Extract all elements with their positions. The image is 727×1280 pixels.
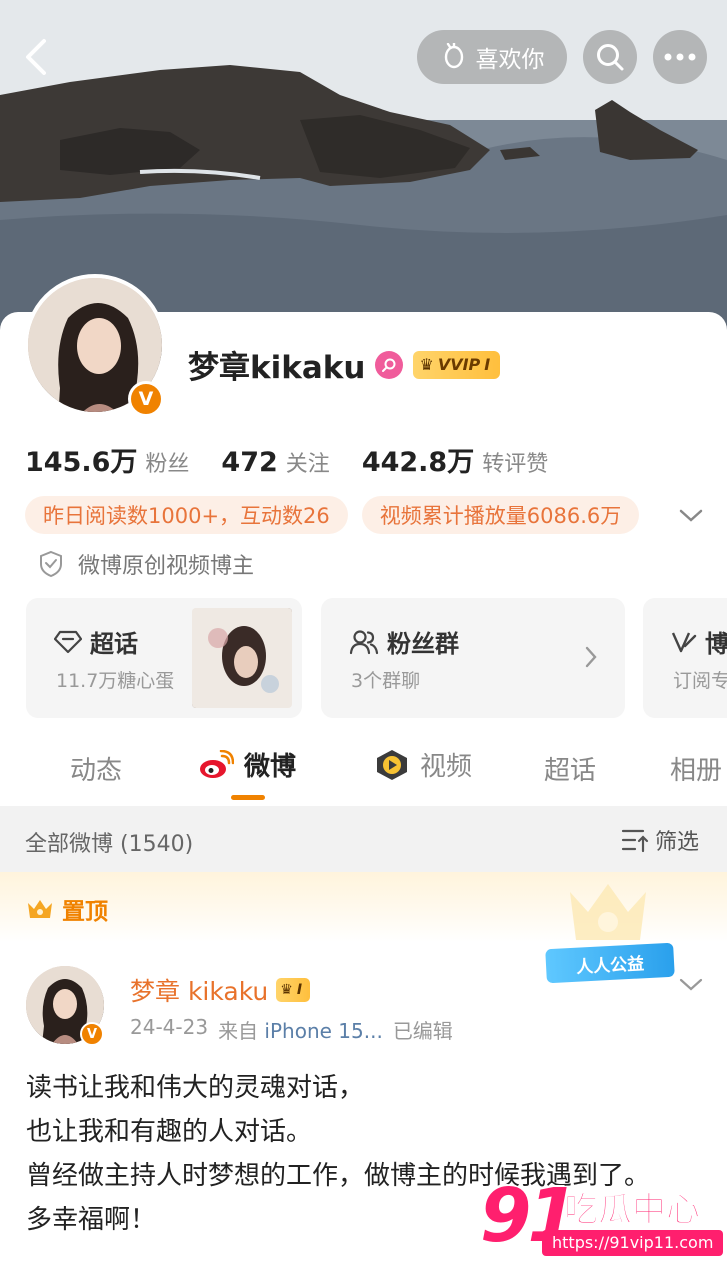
tab-label: 视频: [420, 752, 473, 782]
tile-subscription[interactable]: 博 订阅专: [643, 598, 727, 718]
source-prefix: 来自: [218, 1019, 259, 1043]
vip-badge[interactable]: ♛ I: [276, 978, 311, 1002]
back-button[interactable]: [14, 32, 58, 82]
chevron-right-icon: [585, 646, 597, 668]
chevron-down-icon[interactable]: [676, 500, 706, 530]
post-author-name[interactable]: 梦章 kikaku: [130, 972, 268, 1008]
vip-level: I: [296, 982, 303, 998]
tab-weibo[interactable]: 微博: [198, 746, 296, 783]
tile-fan-group[interactable]: 粉丝群 3个群聊: [321, 598, 625, 718]
filter-bar: 全部微博 (1540) 筛选: [0, 806, 727, 872]
crown-icon: [28, 900, 52, 918]
verified-v-icon: V: [128, 381, 164, 417]
tab-feed[interactable]: 动态: [70, 750, 122, 787]
post-author-row: 梦章 kikaku ♛ I: [130, 972, 311, 1008]
back-arrow-icon: [26, 39, 46, 75]
post-edited: 已编辑: [392, 1019, 453, 1043]
vvip-badge[interactable]: ♛ VVIP I: [413, 350, 501, 379]
super-topic-thumbnail: [192, 608, 292, 708]
post-date: 24-4-23: [130, 1015, 209, 1039]
users-icon: [349, 629, 379, 654]
stat-value: 472: [221, 447, 278, 478]
tab-video[interactable]: 视频: [374, 746, 472, 783]
tile-super-topic[interactable]: 超话 11.7万糖心蛋: [26, 598, 302, 718]
tab-album[interactable]: 相册: [670, 750, 722, 787]
stat-reposts-likes[interactable]: 442.8万 转评赞: [362, 440, 548, 479]
pinned-text: 置顶: [62, 899, 108, 925]
like-you-label: 喜欢你: [475, 47, 545, 73]
tag-reads[interactable]: 昨日阅读数1000+，互动数26: [25, 496, 348, 534]
shield-icon: [40, 550, 62, 578]
post-source: 来自 iPhone 15...: [218, 1015, 383, 1044]
tile-subtitle: 3个群聊: [351, 670, 421, 692]
hand-heart-icon: [444, 43, 463, 69]
stat-following[interactable]: 472 关注: [221, 446, 329, 478]
active-tab-indicator: [231, 795, 265, 800]
stat-label: 转评赞: [482, 452, 549, 477]
filter-button[interactable]: 筛选: [621, 824, 699, 856]
crown-icon: ♛: [280, 982, 293, 998]
vip-crown-watermark-icon: [570, 884, 646, 940]
watermark-url: https://91vip11.com: [542, 1230, 724, 1256]
post-options-chevron-icon[interactable]: [678, 974, 704, 994]
like-you-button[interactable]: 喜欢你: [417, 30, 567, 84]
tab-label: 动态: [70, 756, 123, 786]
profile-name: 梦章kikaku: [188, 350, 366, 386]
stat-label: 关注: [285, 452, 330, 477]
video-play-icon: [377, 749, 407, 780]
filter-icon: [621, 829, 649, 853]
profile-stats: 145.6万 粉丝 472 关注 442.8万 转评赞: [25, 440, 580, 479]
more-dots-icon: [664, 53, 696, 61]
tab-super-topic[interactable]: 超话: [544, 750, 596, 787]
profile-tabs: 动态 微博 视频 超话 相册: [0, 740, 727, 804]
stat-value: 145.6万: [25, 447, 138, 478]
source-device[interactable]: iPhone 15...: [264, 1019, 382, 1043]
stat-value: 442.8万: [361, 447, 475, 478]
v-plus-icon: [671, 632, 697, 652]
vvip-level: I: [484, 355, 491, 374]
post-count-label[interactable]: 全部微博 (1540): [25, 826, 193, 858]
profile-name-row: 梦章kikaku ♛ VVIP I: [188, 342, 501, 387]
diamond-icon: [54, 630, 82, 653]
post-meta: 24-4-23 来自 iPhone 15... 已编辑: [130, 1015, 453, 1044]
crown-icon: ♛: [419, 355, 434, 374]
tile-title-text: 博: [705, 630, 727, 658]
search-icon: [597, 44, 624, 71]
pinned-label: 置顶: [26, 892, 108, 926]
verified-v-icon: V: [80, 1022, 104, 1046]
watermark-text: 吃瓜中心: [564, 1190, 701, 1231]
more-button[interactable]: [653, 30, 707, 84]
filter-label: 筛选: [655, 830, 700, 855]
post-line: 也让我和有趣的人对话。: [26, 1117, 313, 1147]
verification-label: 微博原创视频博主: [78, 554, 255, 579]
search-badge-icon[interactable]: [375, 350, 404, 379]
weibo-icon: [200, 749, 234, 778]
tab-label: 相册: [670, 756, 723, 786]
tile-title: 粉丝群: [349, 624, 459, 659]
tab-label: 微博: [244, 752, 297, 782]
search-button[interactable]: [583, 30, 637, 84]
post-line: 读书让我和伟大的灵魂对话，: [26, 1073, 365, 1103]
tile-subtitle: 11.7万糖心蛋: [56, 670, 175, 692]
stat-fans[interactable]: 145.6万 粉丝: [25, 440, 189, 479]
vvip-label: VVIP: [437, 355, 481, 374]
tile-subtitle: 订阅专: [673, 670, 727, 692]
tile-title-text: 超话: [90, 630, 138, 658]
site-watermark: 91 吃瓜中心 https://91vip11.com: [480, 1176, 724, 1270]
tile-title: 超话: [54, 624, 138, 659]
tile-title-text: 粉丝群: [387, 630, 459, 658]
feature-tiles: 超话 11.7万糖心蛋 粉丝群 3个群聊 博 订阅专: [26, 598, 727, 718]
verification-row[interactable]: 微博原创视频博主: [38, 548, 254, 580]
tag-video-plays[interactable]: 视频累计播放量6086.6万: [361, 496, 640, 534]
stat-label: 粉丝: [145, 452, 190, 477]
tile-title: 博: [671, 624, 727, 659]
charity-badge[interactable]: 人人公益: [545, 942, 675, 984]
profile-tags: 昨日阅读数1000+，互动数26 视频累计播放量6086.6万: [25, 496, 640, 534]
tab-label: 超话: [544, 756, 597, 786]
